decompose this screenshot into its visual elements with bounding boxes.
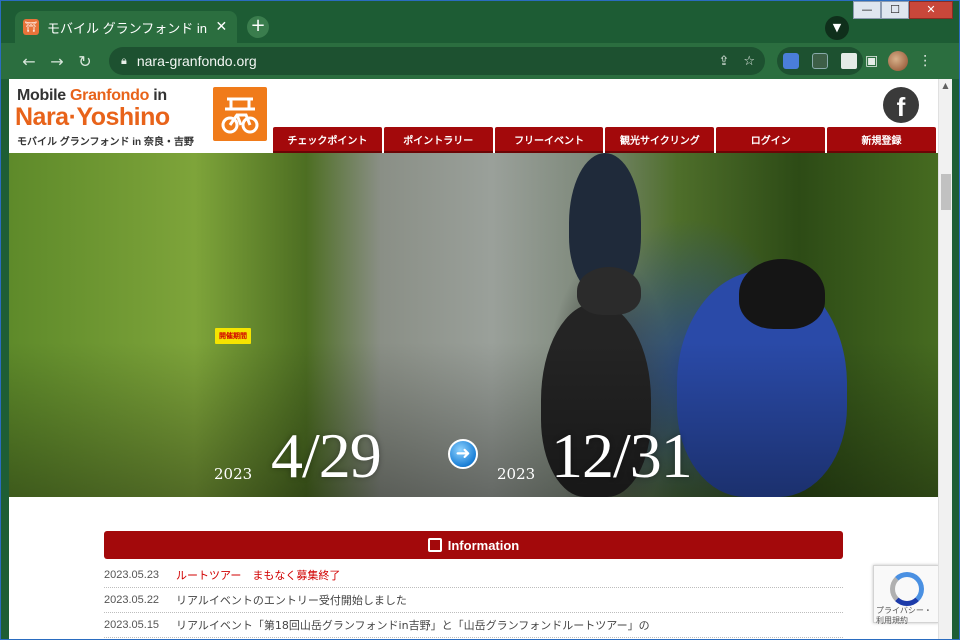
logo-in: in: [149, 87, 167, 104]
puzzle-extensions-icon[interactable]: [840, 53, 857, 69]
tab-strip: ⛩ モバイル グランフォンド in 奈良 ✕ + ▼ — ☐ ✕: [1, 1, 959, 43]
nav-register[interactable]: 新規登録: [827, 127, 936, 153]
maximize-button[interactable]: ☐: [881, 1, 909, 19]
site-logo[interactable]: Mobile Granfondo in Nara·Yoshino モバイル グラ…: [15, 85, 267, 148]
tab-search-chevron-icon[interactable]: ▼: [825, 16, 849, 40]
news-text[interactable]: リアルイベント「第18回山岳グランフォンドin吉野」と「山岳グランフォンドルート…: [176, 617, 650, 633]
news-date: 2023.05.15: [104, 619, 160, 631]
news-date: 2023.05.23: [104, 569, 160, 581]
url-text[interactable]: nara-granfondo.org: [137, 53, 257, 69]
minimize-button[interactable]: —: [853, 1, 881, 19]
tab-close-icon[interactable]: ✕: [214, 19, 229, 35]
page-viewport: Mobile Granfondo in Nara·Yoshino モバイル グラ…: [9, 79, 938, 639]
start-date: 4/29: [271, 420, 382, 491]
nav-login[interactable]: ログイン: [716, 127, 826, 153]
logo-line2: Nara·Yoshino: [15, 103, 170, 131]
scrollbar-thumb[interactable]: [941, 174, 951, 210]
start-year: 2023: [214, 465, 253, 483]
end-date: 12/31: [551, 420, 693, 491]
arrow-right-icon: ➜: [448, 439, 478, 469]
edit-icon: [427, 538, 442, 552]
page-scrollbar[interactable]: ▲: [938, 79, 952, 639]
news-item[interactable]: 2023.05.23 ルートツアー まもなく募集終了: [104, 563, 843, 588]
news-item[interactable]: 2023.05.15 リアルイベント「第18回山岳グランフォンドin吉野」と「山…: [104, 613, 843, 638]
logo-line3: モバイル グランフォンド in 奈良・吉野: [17, 137, 194, 148]
browser-window: ⛩ モバイル グランフォンド in 奈良 ✕ + ▼ — ☐ ✕ ← → ↻ 🔒…: [0, 0, 960, 640]
tab-title: モバイル グランフォンド in 奈良: [47, 20, 210, 36]
forward-arrow-icon[interactable]: →: [43, 47, 71, 75]
information-heading-text: Information: [447, 537, 520, 553]
window-close-button[interactable]: ✕: [909, 1, 953, 19]
window-edge: [952, 79, 959, 639]
side-panel-icon[interactable]: ▣: [865, 53, 878, 69]
news-date: 2023.05.22: [104, 594, 160, 606]
nav-point-rally[interactable]: ポイントラリー: [383, 127, 493, 153]
logo-granfondo: Granfondo: [70, 87, 150, 104]
screen-extension-icon[interactable]: [811, 53, 828, 69]
address-bar[interactable]: 🔒︎ nara-granfondo.org ⇪ ☆: [109, 47, 765, 75]
share-icon[interactable]: ⇪: [718, 54, 729, 69]
tab-active[interactable]: ⛩ モバイル グランフォンド in 奈良 ✕: [15, 11, 237, 43]
nav-free-event[interactable]: フリーイベント: [494, 127, 604, 153]
recaptcha-terms[interactable]: 利用規約: [876, 616, 908, 625]
translate-extension-icon[interactable]: [783, 53, 800, 69]
back-arrow-icon[interactable]: ←: [15, 47, 43, 75]
news-text[interactable]: リアルイベントのエントリー受付開始しました: [176, 592, 407, 608]
end-year: 2023: [497, 465, 536, 483]
recaptcha-badge[interactable]: プライバシー・ 利用規約: [873, 565, 938, 626]
lock-icon: 🔒︎: [121, 54, 127, 67]
logo-mobile: Mobile: [17, 87, 71, 104]
facebook-icon[interactable]: f: [883, 87, 919, 123]
window-controls: — ☐ ✕: [853, 1, 953, 21]
recaptcha-text: プライバシー・ 利用規約: [876, 606, 932, 626]
nav-checkpoint[interactable]: チェックポイント: [273, 127, 382, 153]
profile-avatar[interactable]: [888, 51, 909, 71]
recaptcha-privacy[interactable]: プライバシー・: [876, 606, 932, 615]
bookmark-star-icon[interactable]: ☆: [743, 54, 755, 69]
menu-kebab-icon[interactable]: ⋮: [918, 53, 932, 69]
new-tab-button[interactable]: +: [247, 16, 269, 38]
nav-sightseeing-cycling[interactable]: 観光サイクリング: [605, 127, 715, 153]
logo-bicycle-icon: [213, 87, 267, 141]
news-list: 2023.05.23 ルートツアー まもなく募集終了 2023.05.22 リア…: [104, 563, 843, 638]
site-favicon-icon: ⛩: [23, 19, 39, 35]
recaptcha-logo-icon: [890, 572, 924, 606]
information-heading: Information: [104, 531, 843, 559]
main-nav: チェックポイント ポイントラリー フリーイベント 観光サイクリング ログイン 新…: [273, 127, 936, 153]
scroll-up-arrow-icon[interactable]: ▲: [939, 79, 952, 93]
news-text[interactable]: ルートツアー まもなく募集終了: [176, 567, 340, 583]
reload-icon[interactable]: ↻: [71, 47, 99, 75]
extensions-area: [777, 47, 863, 75]
news-item[interactable]: 2023.05.22 リアルイベントのエントリー受付開始しました: [104, 588, 843, 613]
event-period-badge: 開催期間: [215, 328, 251, 344]
browser-toolbar: ← → ↻ 🔒︎ nara-granfondo.org ⇪ ☆ ▣ ⋮: [1, 43, 959, 79]
